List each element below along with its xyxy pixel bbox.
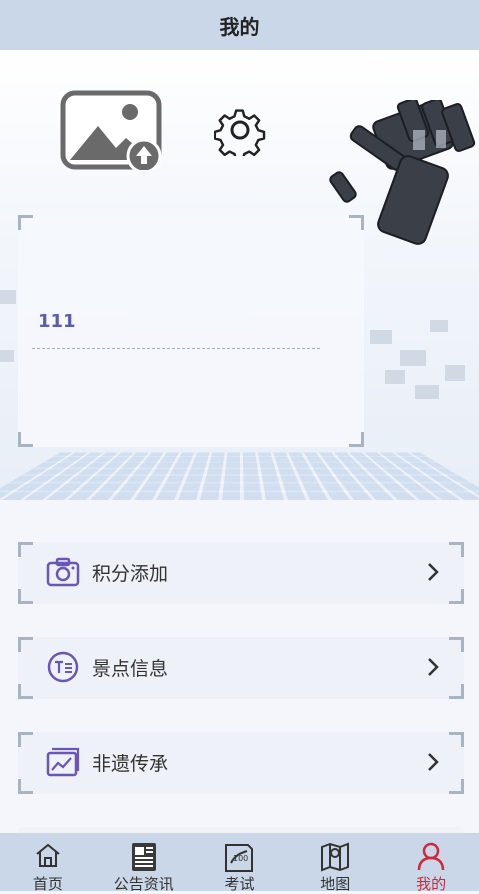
chevron-right-icon bbox=[428, 563, 439, 581]
document-icon bbox=[131, 843, 156, 871]
card-corner bbox=[18, 432, 33, 447]
page-header: 我的 bbox=[0, 0, 479, 50]
map-icon bbox=[321, 842, 350, 872]
card-corner bbox=[349, 215, 364, 230]
chevron-right-icon bbox=[428, 658, 439, 676]
username-divider bbox=[32, 348, 320, 349]
text-badge-icon bbox=[47, 651, 79, 683]
home-icon bbox=[36, 843, 60, 867]
card-corner bbox=[18, 215, 33, 230]
profile-card: 111 bbox=[18, 215, 364, 447]
menu-item-label: 积分添加 bbox=[92, 563, 169, 585]
exam-icon: 100 bbox=[225, 844, 254, 872]
picture-frame-icon bbox=[46, 747, 80, 777]
tab-announcements[interactable]: 公告资讯 bbox=[96, 833, 192, 893]
hero-background-grid bbox=[0, 452, 479, 500]
bottom-tab-bar: 首页 公告资讯 100 考试 地图 我的 bbox=[0, 833, 479, 893]
username-text: 111 bbox=[38, 311, 76, 332]
page-title: 我的 bbox=[219, 14, 260, 39]
menu-item-label: 景点信息 bbox=[92, 658, 169, 680]
chevron-right-icon bbox=[428, 753, 439, 771]
tab-mine[interactable]: 我的 bbox=[383, 833, 479, 893]
profile-hero: 111 bbox=[0, 50, 479, 500]
menu-item-label: 非遗传承 bbox=[92, 753, 169, 775]
card-corner bbox=[349, 432, 364, 447]
avatar-upload-icon[interactable] bbox=[60, 90, 162, 170]
settings-gear-icon[interactable] bbox=[214, 104, 266, 156]
camera-icon bbox=[46, 557, 80, 587]
menu-item-heritage[interactable]: 非遗传承 bbox=[18, 732, 464, 794]
svg-text:100: 100 bbox=[233, 854, 248, 863]
user-icon bbox=[417, 842, 445, 871]
menu-item-scenic-info[interactable]: 景点信息 bbox=[18, 637, 464, 699]
menu-item-points-add[interactable]: 积分添加 bbox=[18, 542, 464, 604]
tab-exam[interactable]: 100 考试 bbox=[192, 833, 288, 893]
tab-map[interactable]: 地图 bbox=[287, 833, 383, 893]
tab-home[interactable]: 首页 bbox=[0, 833, 96, 893]
